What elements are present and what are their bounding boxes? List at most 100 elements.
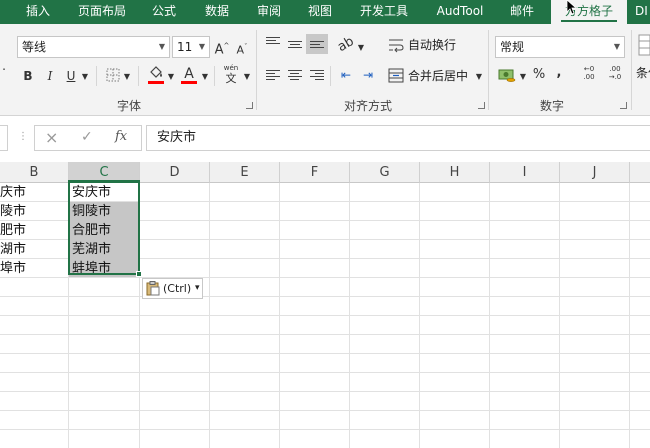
font-color-swatch (181, 81, 197, 84)
increase-decimal-button[interactable]: ←0 .00 (578, 65, 600, 81)
phonetic-guide-button[interactable]: wén 文 (220, 64, 242, 85)
orientation-icon[interactable]: ab (335, 34, 357, 56)
underline-button[interactable]: U (63, 68, 79, 84)
number-dialog-launcher-icon[interactable] (620, 102, 627, 109)
font-name-combo[interactable]: 等线 ▼ (17, 36, 170, 58)
cell-b4[interactable]: 芜湖市 (0, 240, 68, 259)
cell-b5[interactable]: 蚌埠市 (0, 259, 68, 278)
bold-button[interactable]: B (20, 68, 36, 84)
tab-formulas[interactable]: 公式 (142, 0, 186, 24)
alignment-dialog-launcher-icon[interactable] (478, 102, 485, 109)
ribbon-home: . 等线 ▼ 11 ▼ A^ Aˇ B I U ▼ ▼ ▼ A ▼ wén 文 … (0, 24, 650, 116)
tab-page-layout[interactable]: 页面布局 (70, 0, 134, 24)
accounting-format-icon[interactable] (498, 68, 516, 82)
divider (214, 66, 215, 86)
borders-icon[interactable] (106, 68, 120, 82)
chevron-down-icon[interactable]: ▼ (474, 69, 484, 85)
font-name-value: 等线 (22, 40, 47, 54)
font-size-combo[interactable]: 11 ▼ (172, 36, 210, 58)
wrap-text-icon[interactable] (388, 37, 404, 53)
column-header-g[interactable]: G (350, 162, 420, 183)
mouse-pointer-icon (566, 0, 576, 15)
gridline (0, 429, 650, 430)
increase-font-size-button[interactable]: A^ (214, 38, 230, 58)
decrease-font-label: A (236, 43, 245, 57)
cell-b2[interactable]: 铜陵市 (0, 202, 68, 221)
tab-di[interactable]: DI (632, 0, 650, 24)
column-header-k[interactable] (630, 162, 650, 183)
wrap-text-button[interactable]: 自动换行 (408, 36, 456, 54)
align-right-icon[interactable] (310, 70, 324, 82)
cell-b1[interactable]: 安庆市 (0, 183, 68, 202)
fill-color-icon[interactable] (148, 65, 164, 79)
chevron-down-icon[interactable]: ▼ (518, 69, 528, 85)
column-header-h[interactable]: H (420, 162, 490, 183)
more-options-icon[interactable]: ⋮ (18, 131, 28, 142)
paste-options-button[interactable]: (Ctrl) ▾ (142, 278, 203, 299)
merge-center-icon[interactable] (388, 68, 404, 83)
chevron-down-icon[interactable]: ▼ (80, 69, 90, 85)
tab-mailings[interactable]: 邮件 (500, 0, 544, 24)
insert-function-icon[interactable]: fx (115, 129, 127, 144)
increase-decimal-top: ←0 (583, 65, 595, 73)
italic-button[interactable]: I (42, 68, 58, 84)
decrease-indent-icon[interactable]: ⇤ (338, 67, 354, 83)
tab-developer[interactable]: 开发工具 (352, 0, 416, 24)
tab-audtool[interactable]: AudTool (426, 0, 494, 24)
conditional-formatting-icon[interactable] (638, 34, 650, 56)
decrease-decimal-button[interactable]: .00 →.0 (604, 65, 626, 81)
tab-insert[interactable]: 插入 (14, 0, 62, 24)
number-format-combo[interactable]: 常规 ▼ (495, 36, 625, 58)
font-dialog-launcher-icon[interactable] (246, 102, 253, 109)
column-header-e[interactable]: E (210, 162, 280, 183)
fill-color-swatch (148, 81, 164, 84)
name-box[interactable] (0, 125, 8, 151)
gridline (0, 296, 650, 297)
ribbon-left-edge: . (2, 59, 6, 73)
chevron-down-icon[interactable]: ▼ (242, 69, 252, 85)
column-header-d[interactable]: D (140, 162, 210, 183)
chevron-down-icon[interactable]: ▼ (356, 40, 366, 56)
gridline (0, 315, 650, 316)
alignment-group-label: 对齐方式 (344, 99, 393, 113)
tab-review[interactable]: 审阅 (248, 0, 290, 24)
column-header-i[interactable]: I (490, 162, 560, 183)
merge-center-button[interactable]: 合并后居中 (408, 67, 468, 85)
formula-bar: ⋮ × ✓ fx 安庆市 (0, 116, 650, 162)
tab-data[interactable]: 数据 (195, 0, 239, 24)
cell-b3[interactable]: 合肥市 (0, 221, 68, 240)
tab-view[interactable]: 视图 (298, 0, 342, 24)
percent-style-button[interactable]: % (531, 67, 547, 83)
chevron-down-icon: ▾ (195, 283, 200, 293)
decrease-decimal-bottom: →.0 (608, 73, 622, 81)
group-separator (631, 30, 632, 110)
worksheet-grid: B C D E F G H I J 安庆市 铜陵市 合肥 (0, 162, 650, 448)
chevron-down-icon[interactable]: ▼ (122, 69, 132, 85)
column-header-f[interactable]: F (280, 162, 350, 183)
align-top-icon[interactable] (266, 37, 280, 46)
decrease-font-size-button[interactable]: Aˇ (234, 39, 250, 59)
font-size-value: 11 (177, 40, 193, 54)
gridline (0, 353, 650, 354)
align-bottom-icon (310, 41, 324, 50)
group-separator (488, 30, 489, 110)
comma-style-button[interactable]: , (553, 65, 565, 81)
font-color-button[interactable]: A (181, 66, 197, 82)
tab-fangfang-gezi[interactable]: 方方格子 (551, 0, 627, 24)
align-bottom-button[interactable] (306, 34, 328, 54)
align-center-icon[interactable] (288, 70, 302, 82)
column-header-j[interactable]: J (560, 162, 630, 183)
cancel-icon[interactable]: × (45, 128, 58, 147)
gridline (0, 372, 650, 373)
increase-indent-icon[interactable]: ⇥ (360, 67, 376, 83)
paste-options-label: (Ctrl) (163, 282, 192, 295)
formula-input[interactable]: 安庆市 (146, 125, 650, 151)
enter-icon[interactable]: ✓ (81, 129, 93, 145)
conditional-formatting-label[interactable]: 条件 (636, 64, 650, 82)
align-middle-icon[interactable] (288, 41, 302, 50)
column-header-b[interactable]: B (0, 162, 69, 183)
fill-handle[interactable] (136, 271, 142, 277)
chevron-down-icon[interactable]: ▼ (166, 69, 176, 85)
align-left-icon[interactable] (266, 70, 280, 82)
chevron-down-icon[interactable]: ▼ (200, 69, 210, 85)
